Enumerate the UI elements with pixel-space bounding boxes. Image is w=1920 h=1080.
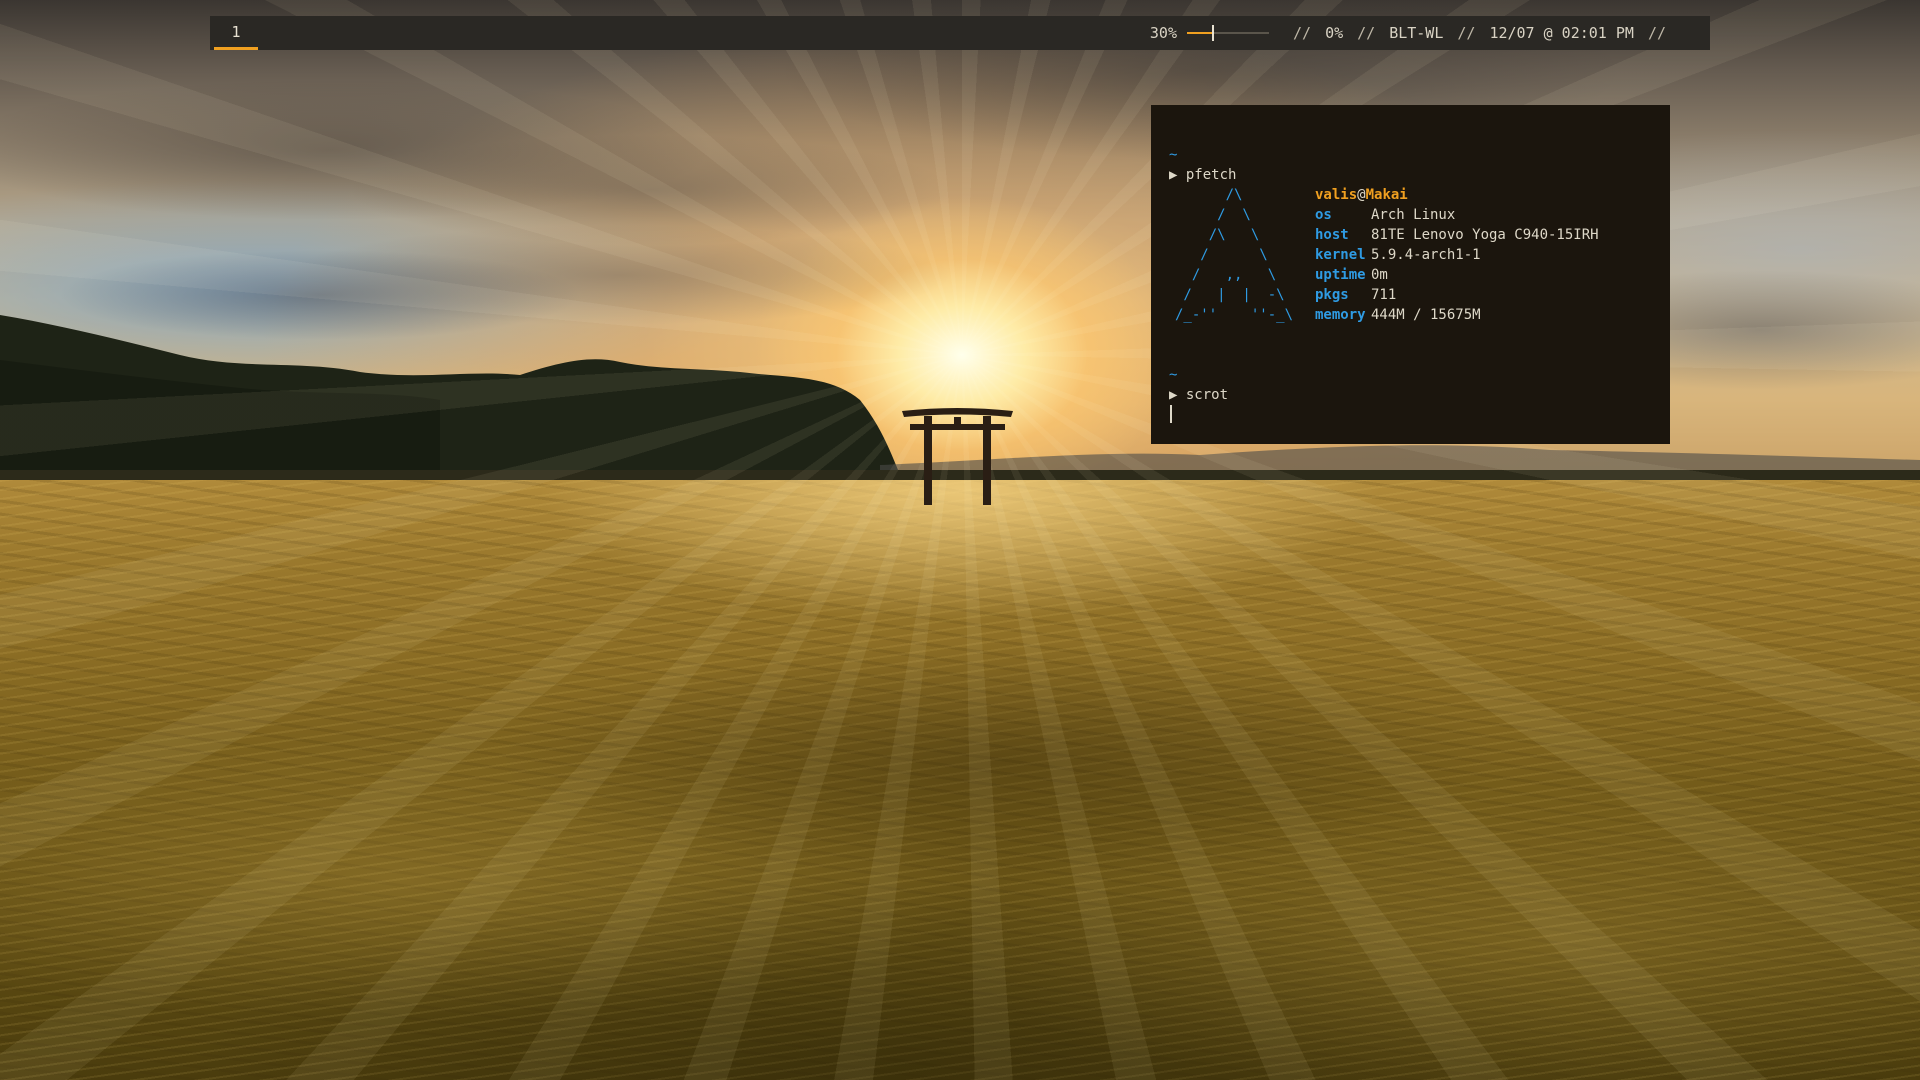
text-cursor xyxy=(1170,405,1172,423)
user-host-line: valis @ Makai xyxy=(1315,185,1599,205)
username: valis xyxy=(1315,187,1358,203)
info-row-kernel: kernel 5.9.4-arch1-1 xyxy=(1315,245,1599,265)
volume-label: 30% xyxy=(1149,24,1177,42)
info-value: 0m xyxy=(1371,267,1388,283)
info-value: Arch Linux xyxy=(1371,207,1456,223)
prompt-arrow-icon: ▶ xyxy=(1169,167,1178,183)
status-separator: // xyxy=(1457,24,1476,42)
prompt-directory: ~ xyxy=(1169,147,1178,163)
brightness-value: 0% xyxy=(1325,24,1344,42)
command-text: pfetch xyxy=(1185,167,1237,183)
info-value: 711 xyxy=(1371,287,1397,303)
prompt-line-scrot: ▶ scrot xyxy=(1169,385,1228,405)
prompt-directory: ~ xyxy=(1169,367,1178,383)
info-key: kernel xyxy=(1315,247,1366,263)
info-key: pkgs xyxy=(1315,287,1349,303)
info-row-pkgs: pkgs 711 xyxy=(1315,285,1599,305)
status-separator: // xyxy=(1357,24,1376,42)
workspace-indicator-1[interactable]: 1 xyxy=(214,16,258,50)
info-value: 81TE Lenovo Yoga C940-15IRH xyxy=(1371,227,1599,243)
torii-gate xyxy=(902,408,1013,505)
pfetch-info: valis @ Makai os Arch Linux host 81TE Lenovo… xyxy=(1315,185,1599,325)
status-separator: // xyxy=(1647,24,1666,42)
prompt-arrow-icon: ▶ xyxy=(1169,387,1178,403)
date-time: 12/07 @ 02:01 PM xyxy=(1489,24,1634,42)
arch-logo-ascii: /\ / \ /\ \ / \ / ,, \ / | | -\ /_-'' ''… xyxy=(1175,187,1294,323)
at-sign: @ xyxy=(1357,187,1366,203)
command-text: scrot xyxy=(1185,387,1229,403)
info-row-os: os Arch Linux xyxy=(1315,205,1599,225)
info-key: host xyxy=(1315,227,1349,243)
network-name: BLT-WL xyxy=(1389,24,1444,42)
volume-slider-fill xyxy=(1187,32,1212,34)
info-key: os xyxy=(1315,207,1332,223)
hostname: Makai xyxy=(1365,187,1408,203)
info-key: uptime xyxy=(1315,267,1366,283)
top-status-bar: 1 30% // 0% // BLT-WL // 12/07 @ 02:01 P… xyxy=(210,16,1710,50)
info-row-memory: memory 444M / 15675M xyxy=(1315,305,1599,325)
info-value: 444M / 15675M xyxy=(1371,307,1481,323)
info-value: 5.9.4-arch1-1 xyxy=(1371,247,1481,263)
status-separator: // xyxy=(1293,24,1312,42)
prompt-line-pfetch: ▶ pfetch xyxy=(1169,165,1236,185)
status-modules: 30% // 0% // BLT-WL // 12/07 @ 02:01 PM … xyxy=(1150,16,1680,50)
info-row-host: host 81TE Lenovo Yoga C940-15IRH xyxy=(1315,225,1599,245)
volume-slider-knob[interactable] xyxy=(1211,25,1214,41)
volume-slider[interactable] xyxy=(1187,16,1269,50)
info-key: memory xyxy=(1315,307,1366,323)
info-row-uptime: uptime 0m xyxy=(1315,265,1599,285)
terminal-window[interactable]: ~ ▶ pfetch /\ / \ /\ \ / \ / ,, \ / | | … xyxy=(1151,105,1670,444)
